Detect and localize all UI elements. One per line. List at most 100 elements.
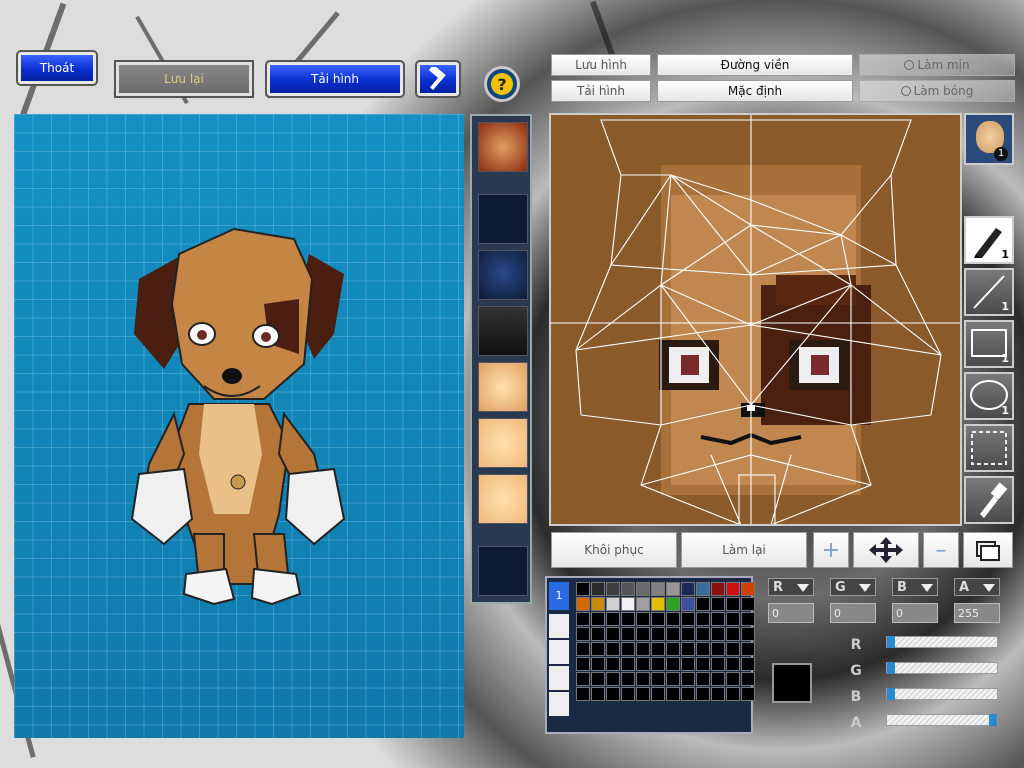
part-thumb-empty[interactable] <box>478 194 528 244</box>
palette-swatch[interactable] <box>681 597 695 611</box>
palette-swatch[interactable] <box>711 642 725 656</box>
palette-swatch[interactable] <box>666 612 680 626</box>
palette-swatch[interactable] <box>621 642 635 656</box>
part-thumb-eyes[interactable] <box>478 362 528 412</box>
palette-swatch[interactable] <box>681 687 695 701</box>
palette-swatch[interactable] <box>741 627 755 641</box>
palette-swatch[interactable] <box>711 627 725 641</box>
palette-swatch[interactable] <box>606 612 620 626</box>
palette-swatch[interactable] <box>696 672 710 686</box>
redo-button[interactable]: Làm lại <box>681 532 807 568</box>
palette-swatch[interactable] <box>711 582 725 596</box>
palette-swatch[interactable] <box>576 642 590 656</box>
palette-swatch[interactable] <box>651 642 665 656</box>
palette-swatch[interactable] <box>651 687 665 701</box>
palette-swatch[interactable] <box>621 687 635 701</box>
palette-swatch[interactable] <box>651 672 665 686</box>
part-thumb-skin-2[interactable] <box>478 474 528 524</box>
palette-swatch[interactable] <box>741 582 755 596</box>
select-tool[interactable] <box>964 424 1014 472</box>
a-value-field[interactable]: 255 <box>954 603 1000 623</box>
palette-swatch[interactable] <box>636 672 650 686</box>
part-thumb-face[interactable] <box>478 122 528 172</box>
r-value-field[interactable]: 0 <box>768 603 814 623</box>
ellipse-tool[interactable]: 1 <box>964 372 1014 420</box>
palette-swatch[interactable] <box>621 597 635 611</box>
outline-button[interactable]: Đường viền <box>657 54 853 76</box>
part-thumb-body[interactable] <box>478 306 528 356</box>
palette-swatch[interactable] <box>666 627 680 641</box>
shade-option[interactable]: Làm bóng <box>859 80 1015 102</box>
palette-swatch[interactable] <box>576 657 590 671</box>
move-button[interactable] <box>853 532 919 568</box>
palette-swatch[interactable] <box>741 597 755 611</box>
palette-swatch[interactable] <box>576 687 590 701</box>
palette-swatch[interactable] <box>621 672 635 686</box>
palette-swatch[interactable] <box>636 687 650 701</box>
default-button[interactable]: Mặc định <box>657 80 853 102</box>
palette-swatch[interactable] <box>726 582 740 596</box>
palette-swatch[interactable] <box>606 657 620 671</box>
palette-swatch[interactable] <box>696 642 710 656</box>
palette-swatch[interactable] <box>636 612 650 626</box>
color-palette[interactable] <box>576 582 756 701</box>
palette-swatch[interactable] <box>636 657 650 671</box>
palette-swatch[interactable] <box>711 597 725 611</box>
hammer-tool-button[interactable] <box>415 60 461 98</box>
palette-swatch[interactable] <box>651 657 665 671</box>
palette-swatch[interactable] <box>606 582 620 596</box>
palette-swatch[interactable] <box>696 627 710 641</box>
zoom-out-button[interactable]: – <box>923 532 959 568</box>
palette-swatch[interactable] <box>681 627 695 641</box>
palette-swatch[interactable] <box>621 657 635 671</box>
palette-swatch[interactable] <box>576 672 590 686</box>
palette-swatch[interactable] <box>681 642 695 656</box>
eyedropper-tool[interactable] <box>964 476 1014 524</box>
palette-swatch[interactable] <box>681 672 695 686</box>
palette-swatch[interactable] <box>636 642 650 656</box>
b-slider-knob[interactable] <box>887 688 895 700</box>
palette-swatch[interactable] <box>711 687 725 701</box>
exit-button[interactable]: Thoát <box>16 50 98 86</box>
part-thumb-skin-1[interactable] <box>478 418 528 468</box>
palette-swatch[interactable] <box>666 672 680 686</box>
palette-swatch[interactable] <box>636 582 650 596</box>
palette-swatch[interactable] <box>681 582 695 596</box>
help-button[interactable]: ? <box>484 66 520 102</box>
palette-swatch[interactable] <box>591 582 605 596</box>
part-thumb-empty-2[interactable] <box>478 546 528 596</box>
a-channel-dropdown[interactable]: A <box>954 578 1000 596</box>
palette-swatch[interactable] <box>576 627 590 641</box>
palette-swatch[interactable] <box>621 627 635 641</box>
face-select-button[interactable]: 1 <box>964 113 1014 165</box>
palette-swatch[interactable] <box>711 657 725 671</box>
palette-swatch[interactable] <box>741 672 755 686</box>
palette-swatch[interactable] <box>651 597 665 611</box>
palette-swatch[interactable] <box>606 627 620 641</box>
palette-swatch[interactable] <box>651 612 665 626</box>
palette-swatch[interactable] <box>726 627 740 641</box>
save-button[interactable]: Lưu lại <box>114 60 254 98</box>
palette-swatch[interactable] <box>696 687 710 701</box>
palette-swatch[interactable] <box>576 582 590 596</box>
palette-swatch[interactable] <box>741 642 755 656</box>
g-slider-knob[interactable] <box>887 662 895 674</box>
palette-swatch[interactable] <box>696 612 710 626</box>
palette-swatch[interactable] <box>591 612 605 626</box>
palette-swatch[interactable] <box>696 657 710 671</box>
zoom-in-button[interactable]: + <box>813 532 849 568</box>
palette-swatch[interactable] <box>591 597 605 611</box>
restore-button[interactable]: Khôi phục <box>551 532 677 568</box>
palette-swatch[interactable] <box>666 657 680 671</box>
palette-swatch[interactable] <box>606 642 620 656</box>
save-image-button[interactable]: Lưu hình <box>551 54 651 76</box>
palette-swatch[interactable] <box>696 597 710 611</box>
palette-tab-4[interactable] <box>549 666 569 690</box>
palette-swatch[interactable] <box>651 582 665 596</box>
g-slider[interactable] <box>886 662 998 674</box>
palette-tab-active[interactable]: 1 <box>549 582 569 610</box>
palette-swatch[interactable] <box>576 597 590 611</box>
b-slider[interactable] <box>886 688 998 700</box>
palette-swatch[interactable] <box>591 642 605 656</box>
pen-tool[interactable]: 1 <box>964 216 1014 264</box>
